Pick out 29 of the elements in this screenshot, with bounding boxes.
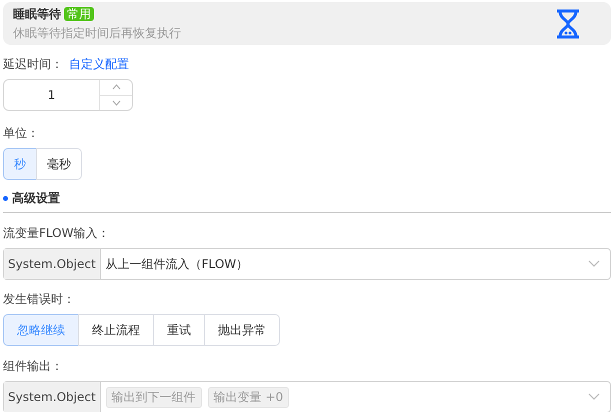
output-tag: 输出到下一组件 [106, 386, 202, 408]
chevron-down-icon[interactable] [112, 100, 120, 106]
unit-option[interactable]: 毫秒 [36, 148, 82, 180]
type-label: System.Object [4, 382, 101, 412]
output-tag: 输出变量 +0 [208, 386, 290, 408]
section-title: 高级设置 [12, 190, 60, 206]
custom-config-link[interactable]: 自定义配置 [69, 56, 129, 72]
error-option[interactable]: 重试 [153, 314, 205, 346]
error-option[interactable]: 抛出异常 [204, 314, 280, 346]
component-title: 睡眠等待 [13, 6, 61, 20]
component-description: 休眠等待指定时间后再恢复执行 [13, 24, 181, 42]
chevron-up-icon[interactable] [112, 84, 120, 90]
number-value: 1 [46, 87, 56, 104]
field-label: 延迟时间： [3, 56, 63, 72]
error-option[interactable]: 终止流程 [78, 314, 154, 346]
chevron-down-icon[interactable] [588, 260, 600, 268]
hourglass-icon [555, 8, 581, 38]
output-select[interactable]: System.Object 输出到下一组件 输出变量 +0 [3, 381, 611, 412]
number-input[interactable]: 1 [3, 79, 133, 111]
field-label: 单位： [3, 125, 39, 141]
field-label: 发生错误时： [3, 291, 75, 307]
common-tag: 常用 [64, 6, 94, 20]
flow-input-select[interactable]: System.Object 从上一组件流入（FLOW） [3, 248, 611, 280]
field-label: 流变量FLOW输入： [3, 225, 110, 241]
type-label: System.Object [4, 249, 101, 279]
select-value: 从上一组件流入（FLOW） [106, 256, 248, 272]
field-label: 组件输出： [3, 358, 63, 374]
chevron-down-icon[interactable] [588, 393, 600, 401]
bullet-icon [3, 196, 8, 200]
